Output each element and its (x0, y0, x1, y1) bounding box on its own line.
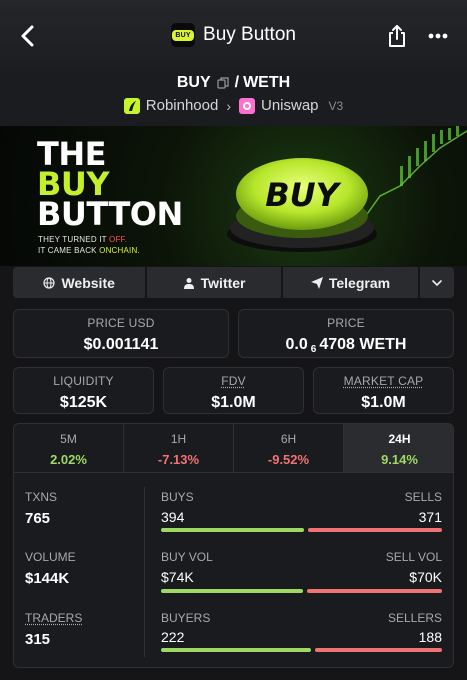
website-label: Website (61, 274, 115, 291)
tab-6h-change: -9.52% (267, 452, 310, 467)
sellers-value: 188 (418, 629, 442, 645)
price-native-zeros: 6 (310, 344, 317, 355)
sells-label: SELLS (404, 490, 442, 504)
more-icon[interactable] (428, 33, 448, 39)
trade-stats-panel: 5M 2.02% 1H -7.13% 6H -9.52% 24H 9.14% T… (13, 423, 454, 668)
tab-6h-label: 6H (280, 432, 297, 446)
base-symbol: BUY (176, 74, 211, 91)
tab-5m[interactable]: 5M 2.02% (14, 424, 124, 472)
sells-value: 371 (418, 509, 442, 525)
tagline-2-highlight: ONCHAIN. (99, 246, 140, 255)
price-usd-value: $0.001141 (83, 336, 159, 353)
tagline-2: IT CAME BACK (38, 246, 97, 255)
traders-value: 315 (25, 631, 51, 648)
top-bar: BUY Buy Button (0, 0, 467, 68)
liquidity-label: LIQUIDITY (53, 374, 114, 388)
tab-24h-change: 9.14% (381, 452, 418, 467)
buys-bar (161, 528, 304, 532)
fdv-label: FDV (221, 374, 246, 388)
telegram-button[interactable]: Telegram (282, 267, 419, 298)
banner-headline: THE BUY BUTTON (37, 138, 183, 233)
website-button[interactable]: Website (13, 267, 146, 298)
timeframe-tabs: 5M 2.02% 1H -7.13% 6H -9.52% 24H 9.14% (14, 424, 453, 473)
market-cap-card[interactable]: MARKET CAP $1.0M (313, 367, 454, 414)
buyers-value: 222 (161, 629, 185, 645)
globe-icon (43, 276, 56, 289)
chain-name[interactable]: Robinhood (146, 97, 219, 114)
social-links: Website Twitter Telegram (13, 267, 454, 298)
price-usd-card: PRICE USD $0.001141 (13, 309, 229, 358)
user-icon (183, 277, 194, 289)
chevron-down-icon (432, 279, 442, 286)
uniswap-icon (239, 97, 255, 114)
dex-version: V3 (328, 98, 344, 113)
pair-separator: / (234, 74, 240, 91)
liquidity-value: $125K (59, 394, 108, 411)
price-native-label: PRICE (327, 316, 365, 330)
send-icon (310, 276, 323, 289)
buy-vol-label: BUY VOL (161, 550, 213, 564)
txns-value: 765 (25, 510, 51, 527)
price-native-prefix: 0.0 (285, 336, 308, 353)
price-native-value: 0.0 6 4708 WETH (239, 336, 453, 355)
fdv-card[interactable]: FDV $1.0M (163, 367, 304, 414)
buy-button-illustration: BUY (227, 158, 377, 252)
tab-5m-label: 5M (60, 432, 77, 446)
traders-label: TRADERS (25, 611, 83, 625)
more-links-button[interactable] (420, 267, 454, 298)
tagline-1: THEY TURNED IT (38, 235, 107, 244)
buy-vol-value: $74K (161, 569, 194, 585)
tab-1h-change: -7.13% (157, 452, 200, 467)
tab-1h-label: 1H (170, 432, 187, 446)
chevron-right-icon: › (226, 97, 231, 114)
buy-vol-bar (161, 589, 303, 593)
tab-24h-label: 24H (388, 432, 411, 446)
tab-5m-change: 2.02% (50, 452, 87, 467)
token-name: Buy Button (203, 24, 296, 45)
tab-6h[interactable]: 6H -9.52% (234, 424, 344, 472)
sellers-label: SELLERS (387, 611, 442, 625)
quote-symbol: WETH (243, 74, 291, 91)
copy-icon[interactable] (217, 77, 229, 89)
tab-24h[interactable]: 24H 9.14% (344, 424, 453, 472)
dex-name[interactable]: Uniswap (261, 97, 319, 114)
sell-vol-label: SELL VOL (385, 550, 442, 564)
tagline-1-highlight: OFF. (109, 235, 128, 244)
price-native-digits: 4708 WETH (319, 336, 407, 353)
twitter-label: Twitter (200, 274, 246, 291)
price-native-card: PRICE 0.0 6 4708 WETH (238, 309, 454, 358)
sell-vol-bar (307, 589, 442, 593)
token-banner: THE BUY BUTTON THEY TURNED IT OFF. IT CA… (0, 126, 467, 266)
robinhood-icon (123, 97, 140, 114)
txns-label: TXNS (25, 490, 58, 504)
sell-vol-value: $70K (409, 569, 442, 585)
pair-title: BUY / WETH (0, 74, 467, 92)
volume-value: $144K (25, 570, 70, 587)
buys-label: BUYS (161, 490, 194, 504)
twitter-button[interactable]: Twitter (147, 267, 281, 298)
token-logo: BUY (171, 23, 196, 47)
pair-info: BUY / WETH Robinhood › Uniswap V3 (0, 68, 467, 126)
fdv-value: $1.0M (211, 394, 256, 411)
price-usd-label: PRICE USD (87, 316, 155, 330)
buyers-label: BUYERS (161, 611, 211, 625)
route-breadcrumb: Robinhood › Uniswap V3 (0, 97, 467, 114)
market-cap-label: MARKET CAP (343, 374, 424, 388)
liquidity-card: LIQUIDITY $125K (13, 367, 154, 414)
buyers-bar (161, 648, 311, 652)
sells-bar (308, 528, 442, 532)
tab-1h[interactable]: 1H -7.13% (124, 424, 234, 472)
volume-label: VOLUME (25, 550, 76, 564)
buys-value: 394 (161, 509, 185, 525)
banner-line-3: BUTTON (37, 195, 183, 233)
buy-button-text: BUY (265, 176, 341, 214)
stats-divider (144, 487, 145, 657)
sellers-bar (315, 648, 442, 652)
market-cap-value: $1.0M (361, 394, 406, 411)
telegram-label: Telegram (328, 274, 391, 291)
banner-tagline: THEY TURNED IT OFF. IT CAME BACK ONCHAIN… (38, 234, 140, 256)
share-icon[interactable] (386, 24, 408, 48)
token-logo-text: BUY (172, 29, 194, 41)
